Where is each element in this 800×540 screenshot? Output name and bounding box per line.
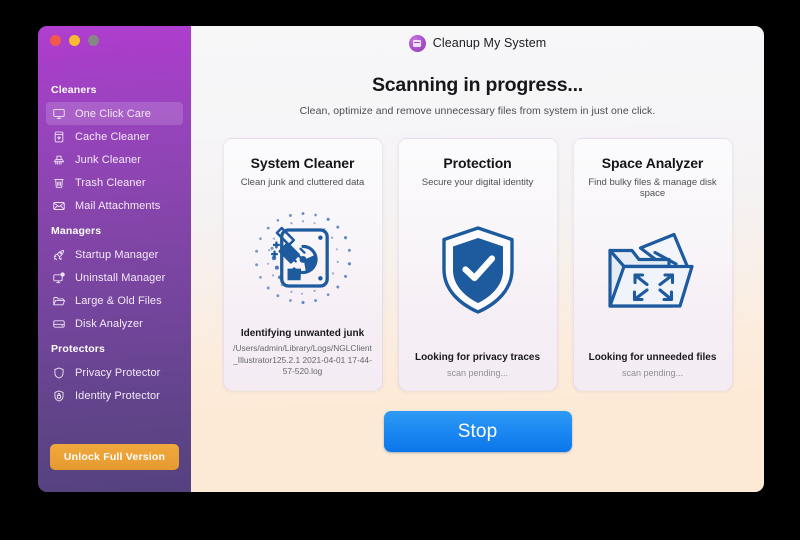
sidebar-item-startup-manager[interactable]: Startup Manager xyxy=(46,243,183,266)
sidebar-item-disk-analyzer[interactable]: Disk Analyzer xyxy=(46,312,183,335)
card-footer: Identifying unwanted junk /Users/admin/L… xyxy=(232,328,374,378)
envelope-icon xyxy=(51,198,67,214)
page-subtitle: Clean, optimize and remove unnecessary f… xyxy=(299,105,656,117)
app-titlebar: Cleanup My System xyxy=(191,26,764,60)
scan-cards: System Cleaner Clean junk and cluttered … xyxy=(191,138,764,391)
disk-icon xyxy=(51,316,67,332)
stop-button[interactable]: Stop xyxy=(383,411,572,452)
card-space-analyzer[interactable]: Space Analyzer Find bulky files & manage… xyxy=(572,138,733,391)
folder-expand-icon xyxy=(582,199,724,352)
card-detail-path: /Users/admin/Library/Logs/NGLClient_Illu… xyxy=(233,343,372,377)
sidebar-item-label: Startup Manager xyxy=(75,248,159,261)
card-title: Space Analyzer xyxy=(601,155,704,171)
card-footer: Looking for unneeded files scan pending.… xyxy=(582,352,724,378)
unlock-button-container: Unlock Full Version xyxy=(38,444,191,470)
sidebar-item-label: Privacy Protector xyxy=(75,366,161,379)
sidebar-item-uninstall-manager[interactable]: Uninstall Manager xyxy=(46,266,183,289)
stop-button-container: Stop xyxy=(191,411,764,452)
trash-icon xyxy=(51,175,67,191)
broom-disk-icon xyxy=(232,188,374,328)
sidebar-group-cleaners-title: Cleaners xyxy=(51,84,97,96)
close-button-icon[interactable] xyxy=(50,35,61,46)
sidebar-item-junk-cleaner[interactable]: Junk Cleaner xyxy=(46,148,183,171)
sidebar-item-cache-cleaner[interactable]: Cache Cleaner xyxy=(46,125,183,148)
sidebar-item-label: Cache Cleaner xyxy=(75,130,150,143)
uninstall-icon xyxy=(51,270,67,286)
sidebar-group-managers-title: Managers xyxy=(51,225,102,237)
sidebar: Cleaners One Click Care Cache Cleaner Ju… xyxy=(38,26,191,492)
app-title: Cleanup My System xyxy=(432,36,547,50)
card-title: System Cleaner xyxy=(250,155,355,171)
card-protection[interactable]: Protection Secure your digital identity … xyxy=(397,138,558,391)
sidebar-item-label: Trash Cleaner xyxy=(75,176,146,189)
folder-icon xyxy=(51,293,67,309)
app-logo-icon xyxy=(408,34,426,52)
sidebar-item-one-click-care[interactable]: One Click Care xyxy=(46,102,183,125)
main-content: Cleanup My System Scanning in progress..… xyxy=(191,26,764,492)
sidebar-item-label: Disk Analyzer xyxy=(75,317,143,330)
rocket-icon xyxy=(51,247,67,263)
sidebar-item-trash-cleaner[interactable]: Trash Cleaner xyxy=(46,171,183,194)
broom-icon xyxy=(51,152,67,168)
card-pending: scan pending... xyxy=(621,368,684,378)
sidebar-item-privacy-protector[interactable]: Privacy Protector xyxy=(46,361,183,384)
card-status: Looking for privacy traces xyxy=(414,352,541,363)
card-subtitle: Clean junk and cluttered data xyxy=(240,177,365,188)
card-pending: scan pending... xyxy=(446,368,509,378)
card-footer: Looking for privacy traces scan pending.… xyxy=(407,352,549,378)
sidebar-item-identity-protector[interactable]: Identity Protector xyxy=(46,384,183,407)
lock-icon xyxy=(51,388,67,404)
cache-icon xyxy=(51,129,67,145)
sidebar-nav: Cleaners One Click Care Cache Cleaner Ju… xyxy=(38,76,191,407)
sidebar-item-label: Identity Protector xyxy=(75,389,160,402)
card-subtitle: Secure your digital identity xyxy=(421,177,534,188)
sidebar-item-mail-attachments[interactable]: Mail Attachments xyxy=(46,194,183,217)
page-title: Scanning in progress... xyxy=(371,74,584,96)
sidebar-item-label: One Click Care xyxy=(75,107,151,120)
shield-icon xyxy=(51,365,67,381)
card-subtitle: Find bulky files & manage disk space xyxy=(588,177,717,199)
card-title: Protection xyxy=(443,155,512,171)
sidebar-item-large-old-files[interactable]: Large & Old Files xyxy=(46,289,183,312)
card-status: Looking for unneeded files xyxy=(588,352,717,363)
minimize-button-icon[interactable] xyxy=(69,35,80,46)
monitor-icon xyxy=(51,106,67,122)
sidebar-item-label: Uninstall Manager xyxy=(75,271,166,284)
app-window: Cleaners One Click Care Cache Cleaner Ju… xyxy=(38,26,764,492)
card-system-cleaner[interactable]: System Cleaner Clean junk and cluttered … xyxy=(222,138,383,391)
traffic-lights xyxy=(50,35,99,46)
sidebar-group-protectors-title: Protectors xyxy=(51,343,106,355)
sidebar-item-label: Junk Cleaner xyxy=(75,153,142,166)
shield-check-icon xyxy=(407,188,549,352)
sidebar-item-label: Mail Attachments xyxy=(75,199,161,212)
card-status: Identifying unwanted junk xyxy=(240,328,365,340)
zoom-button-icon[interactable] xyxy=(88,35,99,46)
unlock-full-version-button[interactable]: Unlock Full Version xyxy=(49,444,180,470)
sidebar-item-label: Large & Old Files xyxy=(75,294,162,307)
